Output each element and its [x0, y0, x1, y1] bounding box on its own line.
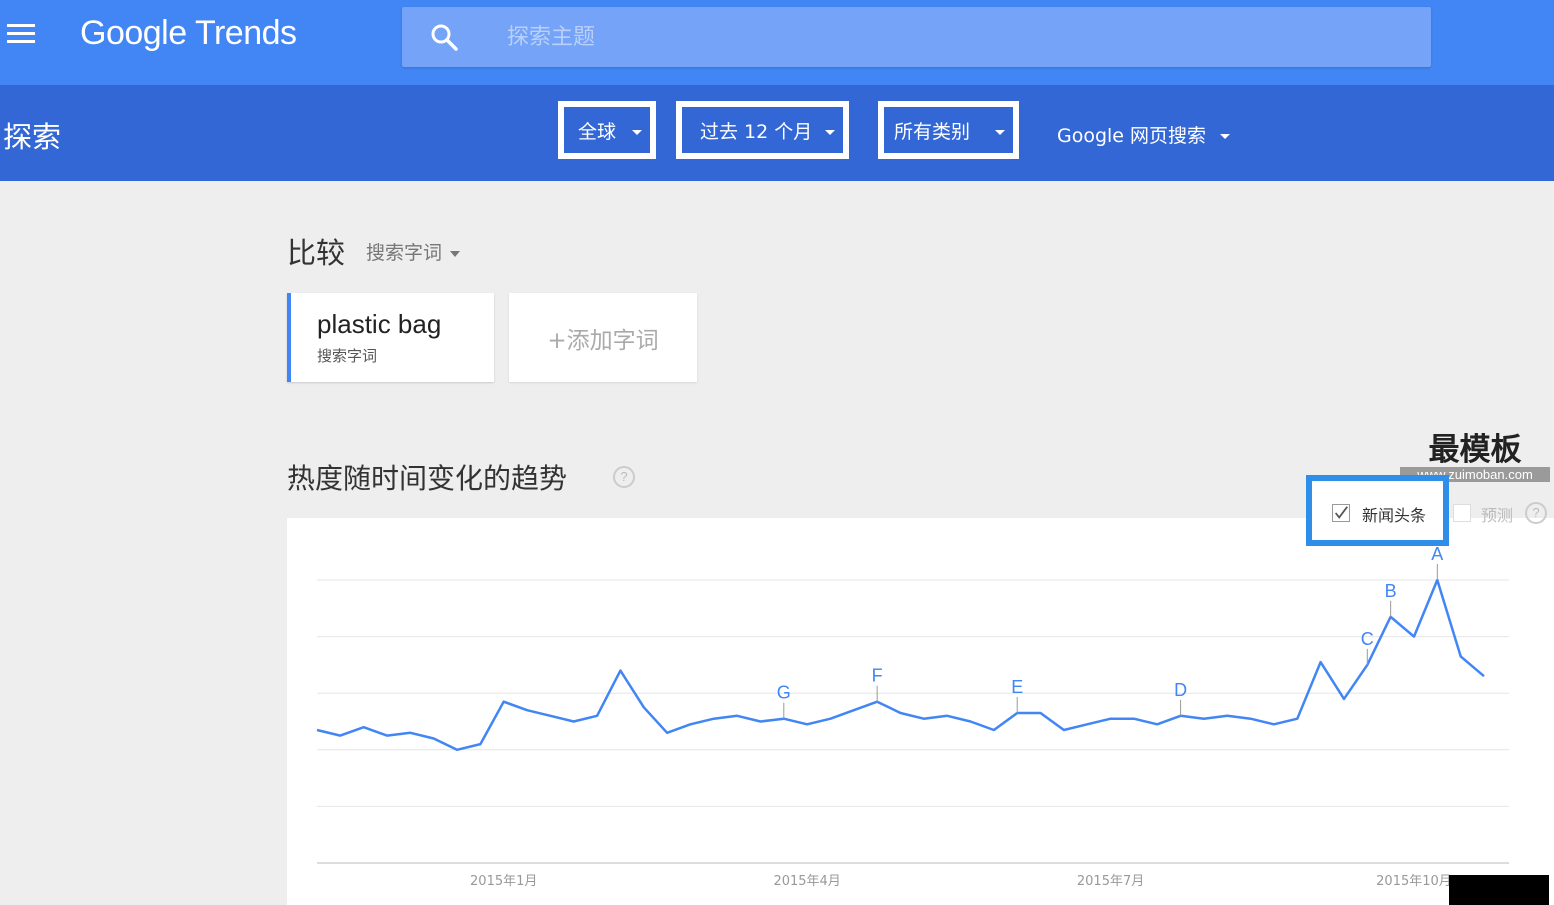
search-term-card[interactable]: plastic bag 搜索字词 — [287, 293, 494, 382]
annotation-label: B — [1385, 581, 1397, 601]
compare-title: 比较 — [287, 236, 346, 270]
time-range-filter[interactable]: 过去 12 个月 — [676, 101, 849, 159]
search-input[interactable] — [507, 20, 1387, 54]
x-tick-label: 2015年10月 — [1376, 874, 1452, 889]
annotation-label: F — [872, 666, 883, 686]
search-type-filter-label: Google 网页搜索 — [1057, 125, 1207, 147]
forecast-checkbox[interactable] — [1453, 504, 1471, 522]
chevron-down-icon — [825, 130, 835, 135]
trend-line-chart: 2015年1月 2015年4月 2015年7月 2015年10月 A B C D E F G — [316, 544, 1509, 889]
search-type-filter[interactable]: Google 网页搜索 — [1057, 121, 1231, 148]
trend-section-title: 热度随时间变化的趋势 — [287, 462, 568, 495]
chevron-down-icon — [995, 130, 1005, 135]
search-box[interactable] — [402, 7, 1431, 67]
x-tick-label: 2015年4月 — [773, 874, 840, 889]
explore-bar: 探索 全球 过去 12 个月 所有类别 Google 网页搜索 — [0, 85, 1554, 181]
google-trends-logo[interactable]: Google Trends — [80, 14, 297, 53]
chevron-down-icon — [450, 250, 461, 257]
news-headlines-toggle[interactable]: 新闻头条 — [1306, 475, 1449, 546]
x-tick-label: 2015年7月 — [1077, 874, 1144, 889]
menu-icon[interactable] — [7, 24, 35, 46]
chevron-down-icon — [1220, 134, 1231, 139]
region-filter-label: 全球 — [578, 120, 617, 143]
top-bar: Google Trends — [0, 0, 1554, 85]
search-icon[interactable] — [430, 23, 458, 51]
compare-type-dropdown[interactable]: 搜索字词 — [366, 238, 461, 265]
watermark: 最模板 www.zuimoban.com — [1400, 424, 1550, 482]
annotation-label: C — [1361, 629, 1374, 649]
checkbox-checked-icon[interactable] — [1332, 504, 1350, 522]
category-filter[interactable]: 所有类别 — [878, 101, 1019, 159]
interest-over-time-chart: 2015年1月 2015年4月 2015年7月 2015年10月 A B C D E F G — [287, 518, 1554, 905]
help-icon[interactable]: ? — [1525, 502, 1547, 524]
forecast-label: 预测 — [1481, 506, 1514, 525]
annotation-label: G — [777, 683, 791, 703]
category-filter-label: 所有类别 — [894, 120, 971, 143]
add-term-button[interactable]: +添加字词 — [509, 293, 697, 382]
search-term-type: 搜索字词 — [317, 347, 378, 365]
annotation-label: E — [1011, 677, 1023, 697]
redacted-area — [1449, 875, 1549, 905]
compare-type-label: 搜索字词 — [366, 242, 443, 264]
help-icon[interactable]: ? — [613, 466, 635, 488]
news-headlines-label: 新闻头条 — [1362, 506, 1427, 525]
annotation-label: A — [1431, 544, 1443, 564]
series-line — [316, 578, 1485, 752]
search-term-name: plastic bag — [317, 309, 442, 339]
watermark-main: 最模板 — [1428, 432, 1522, 468]
annotation-label: D — [1174, 680, 1187, 700]
page-title: 探索 — [3, 120, 62, 154]
time-range-filter-label: 过去 12 个月 — [700, 120, 813, 143]
chevron-down-icon — [632, 130, 642, 135]
region-filter[interactable]: 全球 — [558, 101, 656, 159]
x-tick-label: 2015年1月 — [470, 874, 537, 889]
